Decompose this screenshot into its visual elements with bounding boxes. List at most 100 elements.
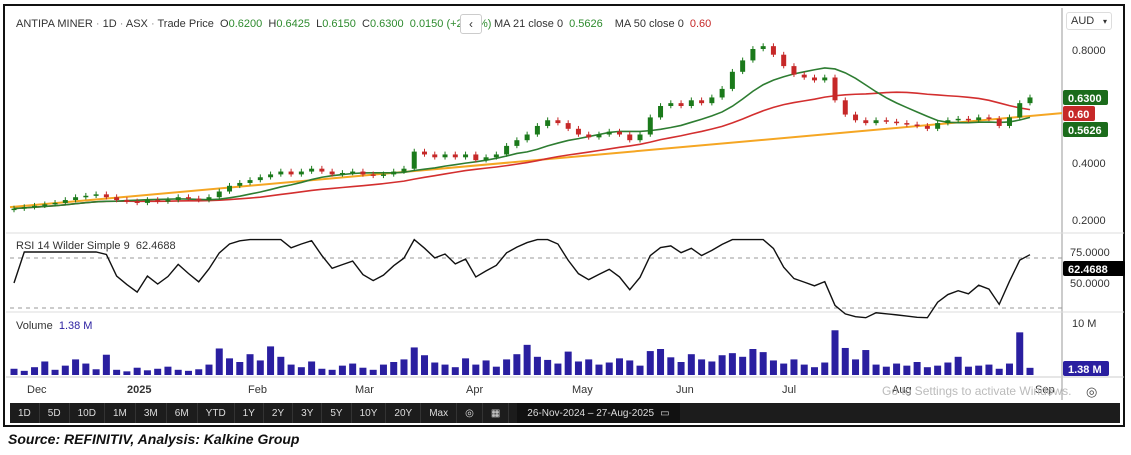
low-value: 0.6150 (322, 18, 356, 30)
candle-down (678, 103, 684, 106)
range-ytd[interactable]: YTD (198, 403, 235, 423)
candle-down (832, 77, 838, 101)
range-6m[interactable]: 6M (167, 403, 198, 423)
volume-bar (975, 365, 983, 375)
candle-up (504, 145, 510, 155)
volume-bar (462, 358, 470, 375)
candle-up (206, 197, 212, 201)
volume-bar (790, 359, 798, 375)
range-10d[interactable]: 10D (70, 403, 105, 423)
windows-activation-watermark: Go to Settings to activate Windows. (882, 384, 1072, 398)
volume-bar (226, 358, 234, 375)
candle-up (873, 120, 879, 124)
candle-down (196, 198, 202, 201)
volume-bar (657, 349, 665, 375)
volume-bar (595, 364, 603, 375)
rsi-badge: 62.4688 (1068, 264, 1108, 276)
calendar-icon: ▭ (660, 407, 670, 419)
volume-bar (184, 370, 192, 375)
ma50-path (13, 91, 1031, 210)
volume-bar (872, 364, 880, 375)
candle-up (165, 200, 171, 202)
volume-bar (503, 359, 511, 375)
date-range-picker[interactable]: 26-Nov-2024 – 27-Aug-2025 ▭ (517, 403, 680, 423)
volume-bar (636, 365, 644, 375)
volume-bar (821, 362, 829, 375)
volume-bar (338, 365, 346, 375)
volume-bar (533, 356, 541, 375)
range-3m[interactable]: 3M (136, 403, 167, 423)
candle-up (1027, 97, 1033, 104)
range-10y[interactable]: 10Y (352, 403, 387, 423)
candle-up (73, 197, 79, 201)
candle-up (668, 103, 674, 106)
volume-bar (667, 357, 675, 375)
volume-bar (441, 364, 449, 375)
close-value: 0.6300 (369, 18, 404, 30)
volume-bar (718, 355, 726, 375)
collapse-legend-button[interactable]: ‹ (460, 14, 482, 34)
volume-bar (574, 361, 582, 375)
volume-bar (195, 369, 203, 375)
candle-up (298, 171, 304, 175)
candle-up (955, 118, 961, 121)
volume-bar (256, 360, 264, 375)
candle-up (658, 106, 664, 118)
volume-bar (564, 351, 572, 375)
volume-bar (626, 360, 634, 375)
volume-bar (421, 355, 429, 375)
rsi-legend: RSI 14 Wilder Simple 9 62.4688 (16, 240, 176, 252)
candle-down (986, 117, 992, 119)
range-1d[interactable]: 1D (10, 403, 40, 423)
candle-down (863, 120, 869, 124)
x-label: Feb (248, 384, 267, 396)
volume-bar (1005, 363, 1013, 375)
x-label: Dec (27, 384, 47, 396)
volume-bar (431, 362, 439, 375)
candle-down (114, 197, 120, 201)
range-5y[interactable]: 5Y (322, 403, 352, 423)
volume-bar (995, 368, 1003, 375)
settings-icon[interactable]: ◎ (1086, 384, 1097, 400)
range-3y[interactable]: 3Y (293, 403, 323, 423)
price-type: Trade Price (157, 18, 214, 30)
high-value: 0.6425 (276, 18, 310, 30)
candle-up (247, 180, 253, 183)
candle-up (83, 195, 89, 198)
volume-bar (482, 360, 490, 375)
candle-up (750, 49, 756, 61)
candle-up (606, 131, 612, 135)
candle-up (1017, 103, 1023, 118)
grid (6, 8, 1124, 400)
candle-down (801, 74, 807, 78)
chevron-down-icon: ▾ (1102, 16, 1107, 26)
volume-bar (749, 349, 757, 375)
candle-up (442, 154, 448, 158)
volume-bar (1016, 332, 1024, 375)
volume-bar (154, 368, 162, 375)
range-1y[interactable]: 1Y (235, 403, 264, 423)
candle-down (924, 125, 930, 129)
volume-bar (349, 363, 357, 375)
range-1m[interactable]: 1M (105, 403, 136, 423)
symbol: ANTIPA MINER (16, 18, 93, 30)
x-label: Apr (466, 384, 483, 396)
candle-up (534, 125, 540, 135)
ma-legend: ‹ MA 21 close 0 0.5626 MA 50 close 0 0.6… (460, 14, 711, 34)
range-max[interactable]: Max (421, 403, 458, 423)
candle-up (93, 194, 99, 196)
table-icon[interactable]: ▦ (483, 403, 510, 423)
candle-down (791, 66, 797, 75)
price-tick: 0.4000 (1072, 158, 1106, 170)
range-20y[interactable]: 20Y (386, 403, 422, 423)
range-5d[interactable]: 5D (40, 403, 70, 423)
ma50-value: 0.60 (689, 18, 712, 30)
volume-bar (287, 364, 295, 375)
candle-down (422, 151, 428, 155)
volume-bar (51, 369, 59, 375)
volume-bar (308, 361, 316, 375)
target-icon[interactable]: ◎ (457, 403, 483, 423)
currency-select[interactable]: AUD ▾ (1066, 12, 1112, 30)
ma21-badge: 0.5626 (1068, 125, 1102, 137)
range-2y[interactable]: 2Y (264, 403, 294, 423)
